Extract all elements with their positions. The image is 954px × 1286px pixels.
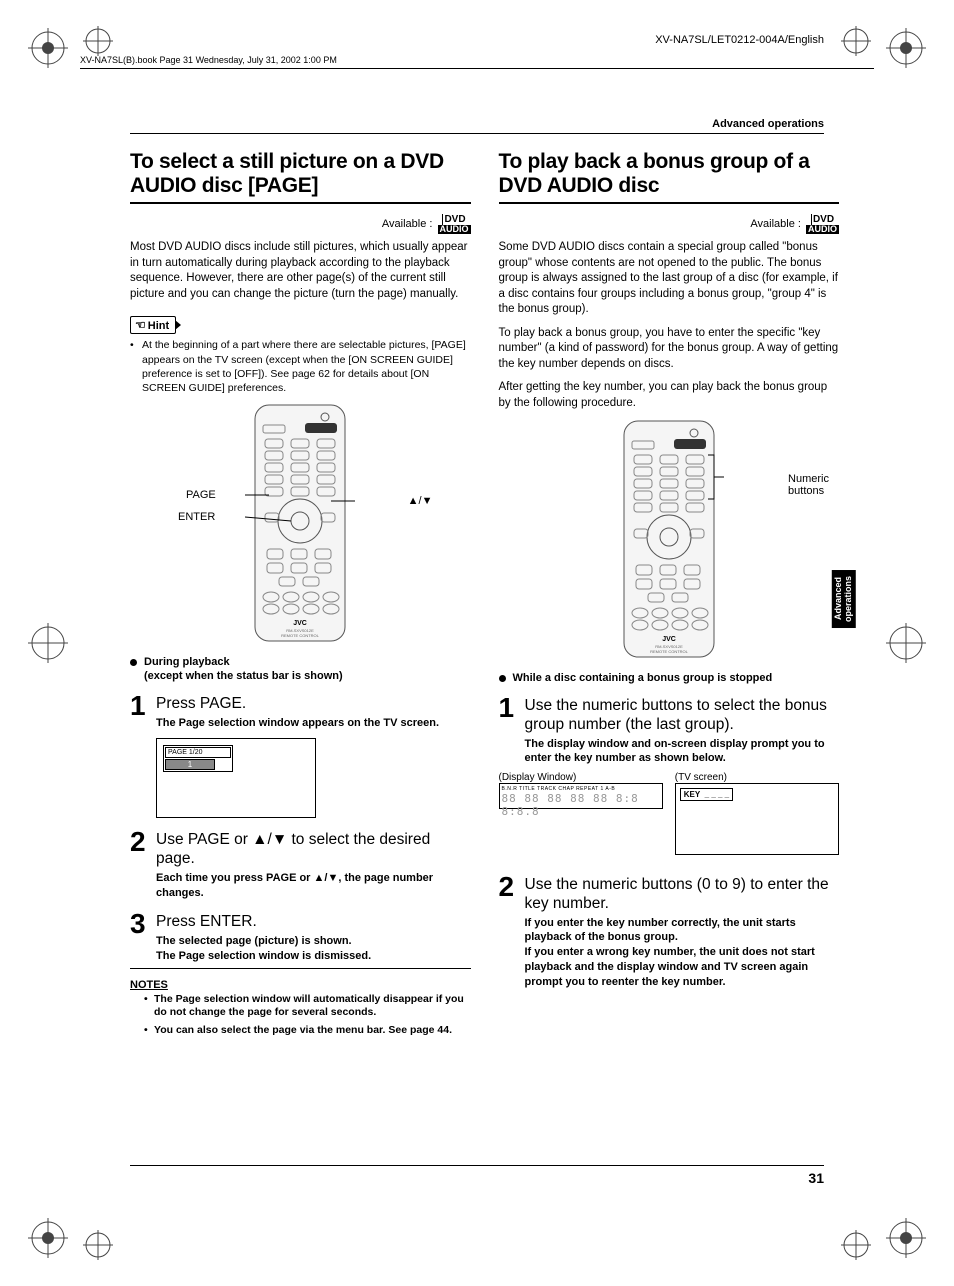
- step-2: 2 Use PAGE or ▲/▼ to select the desired …: [130, 828, 471, 900]
- crop-mark-icon: [28, 623, 68, 663]
- crop-mark-icon: [886, 28, 926, 68]
- remote-label-page: PAGE: [186, 489, 216, 501]
- svg-text:REMOTE CONTROL: REMOTE CONTROL: [650, 649, 689, 654]
- hint-bullet: At the beginning of a part where there a…: [130, 338, 471, 395]
- svg-text:REMOTE CONTROL: REMOTE CONTROL: [281, 633, 320, 638]
- notes-header: NOTES: [130, 979, 471, 991]
- left-intro: Most DVD AUDIO discs include still pictu…: [130, 240, 471, 302]
- svg-text:JVC: JVC: [293, 620, 307, 627]
- right-para2: To play back a bonus group, you have to …: [499, 326, 840, 373]
- section-header: Advanced operations: [712, 118, 824, 130]
- crop-mark-icon: [28, 28, 68, 68]
- register-mark-icon: [841, 26, 871, 56]
- available-label: Available :: [750, 218, 801, 230]
- book-header: XV-NA7SL(B).book Page 31 Wednesday, July…: [80, 55, 337, 65]
- left-column: To select a still picture on a DVD AUDIO…: [130, 150, 471, 1042]
- register-mark-icon: [83, 1230, 113, 1260]
- page-selection-window: PAGE 1/20 1: [156, 738, 316, 818]
- remote-figure-right: Numericbuttons: [499, 419, 840, 662]
- right-para1: Some DVD AUDIO discs contain a special g…: [499, 240, 840, 318]
- crop-mark-icon: [886, 623, 926, 663]
- remote-label-numeric: Numericbuttons: [788, 473, 829, 497]
- right-column: To play back a bonus group of a DVD AUDI…: [499, 150, 840, 1042]
- hint-box: ☜Hint: [130, 316, 176, 334]
- remote-icon: JVC RM-SXVS012E REMOTE CONTROL: [614, 419, 724, 659]
- crop-mark-icon: [886, 1218, 926, 1258]
- status-during-playback: During playback: [130, 656, 471, 668]
- register-mark-icon: [841, 1230, 871, 1260]
- status-sub: (except when the status bar is shown): [130, 670, 471, 682]
- step-1: 1 Press PAGE. The Page selection window …: [130, 692, 471, 730]
- right-para3: After getting the key number, you can pl…: [499, 380, 840, 411]
- available-label: Available :: [382, 218, 433, 230]
- tv-screen-label: (TV screen): [675, 772, 839, 783]
- svg-text:JVC: JVC: [662, 636, 676, 643]
- note-item: You can also select the page via the men…: [144, 1024, 471, 1038]
- display-row: (Display Window) B.N.R TITLE TRACK CHAP …: [499, 772, 840, 855]
- status-disc-stopped: While a disc containing a bonus group is…: [499, 672, 840, 684]
- step-3: 3 Press ENTER. The selected page (pictur…: [130, 910, 471, 963]
- remote-label-enter: ENTER: [178, 511, 215, 523]
- r-step-1: 1 Use the numeric buttons to select the …: [499, 694, 840, 766]
- note-item: The Page selection window will automatic…: [144, 993, 471, 1020]
- display-window-label: (Display Window): [499, 772, 663, 783]
- hand-icon: ☜: [135, 318, 146, 332]
- left-title: To select a still picture on a DVD AUDIO…: [130, 150, 471, 198]
- tv-screen: KEY _ _ _ _: [675, 783, 839, 855]
- dvd-audio-badge: DVD AUDIO: [806, 214, 839, 234]
- remote-figure-left: PAGE ENTER ▲/▼: [130, 403, 471, 646]
- remote-label-arrows: ▲/▼: [408, 495, 433, 507]
- doc-code: XV-NA7SL/LET0212-004A/English: [655, 34, 824, 46]
- page-number: 31: [808, 1170, 824, 1186]
- r-step-2: 2 Use the numeric buttons (0 to 9) to en…: [499, 873, 840, 989]
- dvd-audio-badge: DVD AUDIO: [438, 214, 471, 234]
- remote-icon: JVC RM-SXVS012E REMOTE CONTROL: [245, 403, 355, 643]
- lcd-display: B.N.R TITLE TRACK CHAP REPEAT 1 A-B 88 8…: [499, 783, 663, 809]
- crop-mark-icon: [28, 1218, 68, 1258]
- register-mark-icon: [83, 26, 113, 56]
- right-title: To play back a bonus group of a DVD AUDI…: [499, 150, 840, 198]
